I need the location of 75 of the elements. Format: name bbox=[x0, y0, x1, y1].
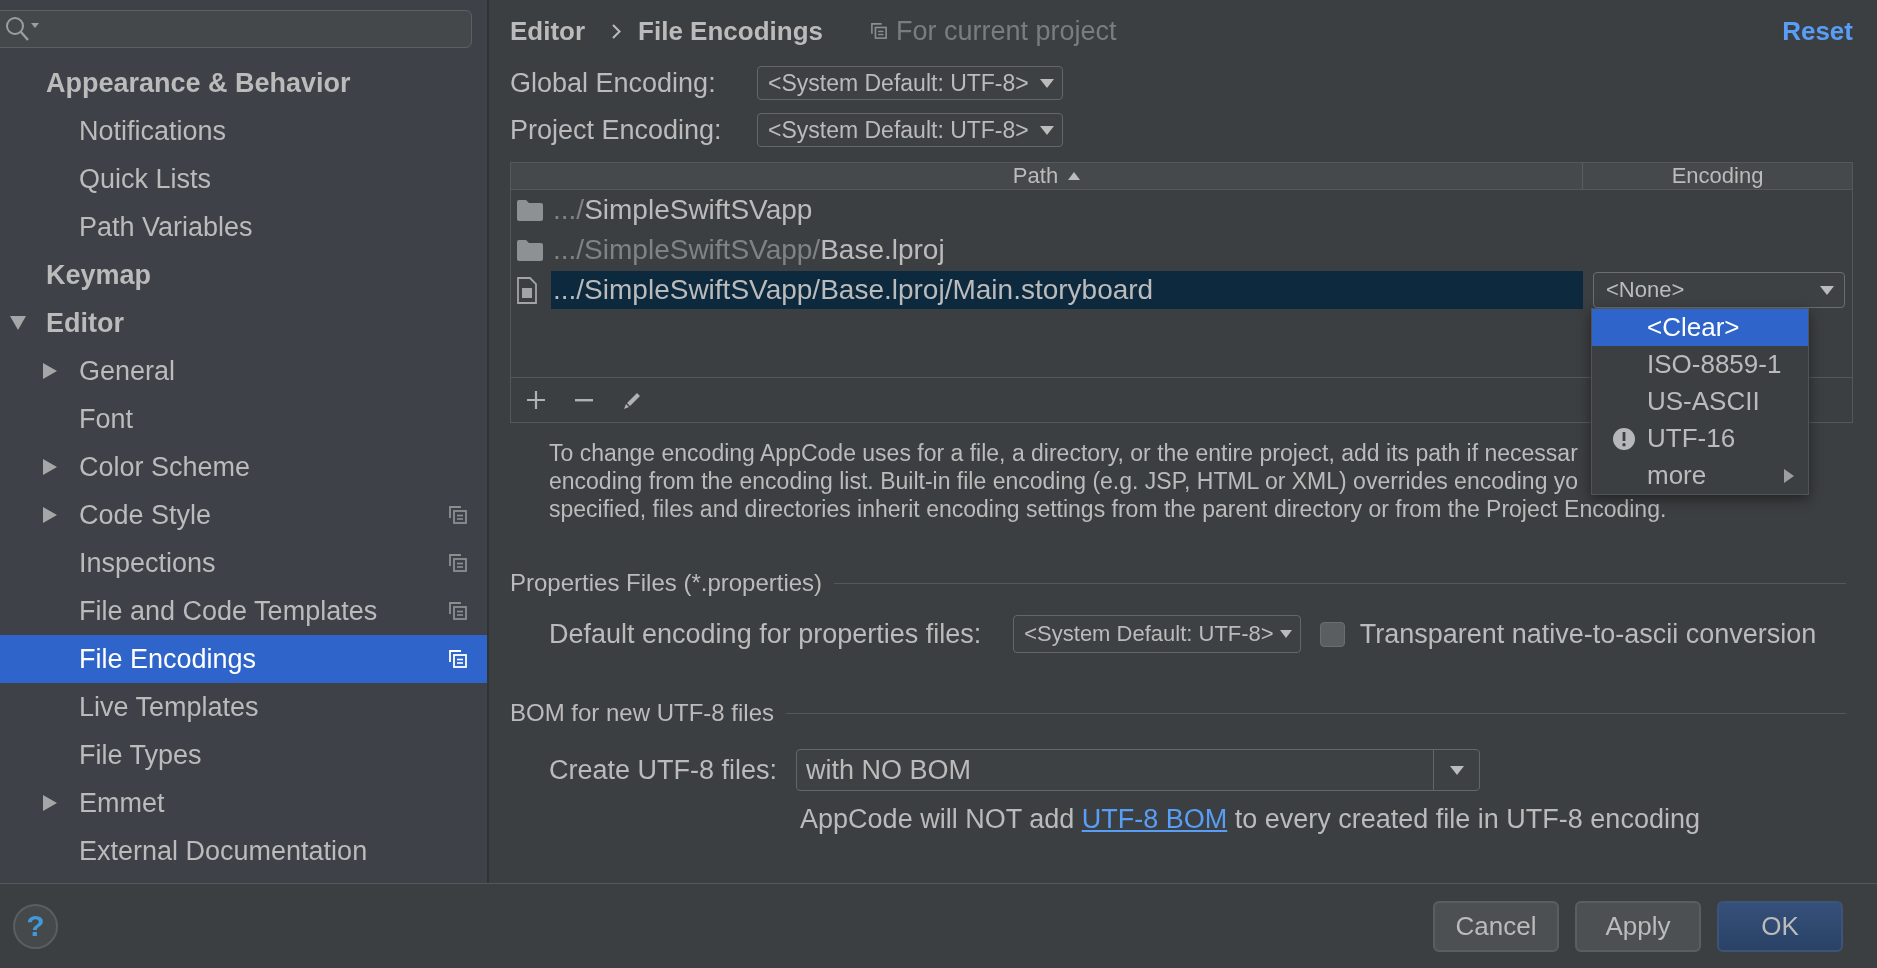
caret-right-icon[interactable] bbox=[43, 459, 57, 475]
folder-icon bbox=[517, 239, 543, 261]
caret-down-icon bbox=[1279, 630, 1292, 638]
encoding-dropdown[interactable]: <None> bbox=[1593, 272, 1845, 308]
sidebar-item[interactable]: Live Templates bbox=[0, 683, 487, 731]
description-text: encoding from the encoding list. Built-in file encoding (e.g. JSP, HTML or XML) overrides encoding yo bbox=[549, 467, 1579, 495]
sidebar-item[interactable]: Quick Lists bbox=[0, 155, 487, 203]
path-cell[interactable]: .../SimpleSwiftSVapp/Base.lproj bbox=[551, 231, 1583, 269]
plus-icon[interactable] bbox=[527, 391, 545, 409]
minus-icon[interactable] bbox=[575, 398, 593, 402]
sidebar-item[interactable]: External Documentation bbox=[0, 827, 487, 875]
reset-link[interactable]: Reset bbox=[1782, 15, 1853, 47]
section-title: Properties Files (*.properties) bbox=[510, 569, 823, 597]
search-field[interactable] bbox=[0, 10, 472, 48]
sidebar-item[interactable]: File Encodings bbox=[0, 635, 487, 683]
breadcrumb-item[interactable]: Editor bbox=[510, 15, 586, 47]
field-label: Create UTF-8 files: bbox=[549, 754, 778, 786]
scope-note: For current project bbox=[896, 15, 1117, 47]
encoding-dropdown[interactable]: <System Default: UTF-8> bbox=[1013, 615, 1301, 653]
sidebar-item[interactable]: Editor bbox=[0, 299, 487, 347]
section-title: BOM for new UTF-8 files bbox=[510, 699, 775, 727]
dropdown-option[interactable]: more bbox=[1592, 457, 1808, 494]
column-header[interactable]: Encoding bbox=[1583, 163, 1852, 190]
sidebar-item[interactable]: Keymap bbox=[0, 251, 487, 299]
description-text: specified, files and directories inherit encoding settings from the parent directory or from the Project Encoding. bbox=[549, 495, 1667, 523]
caret-down-icon bbox=[1820, 285, 1834, 295]
dialog-button[interactable]: Apply bbox=[1575, 900, 1701, 952]
bom-note: AppCode will NOT add UTF-8 BOM to every created file in UTF-8 encoding bbox=[800, 803, 1700, 835]
caret-right-icon[interactable] bbox=[43, 795, 57, 811]
checkbox[interactable] bbox=[1319, 621, 1345, 647]
caret-right-icon bbox=[1784, 468, 1794, 483]
path-cell[interactable]: .../SimpleSwiftSVapp bbox=[551, 191, 1583, 229]
dialog-button[interactable]: Cancel bbox=[1433, 900, 1559, 952]
chevron-right-icon bbox=[612, 23, 622, 39]
encoding-dropdown[interactable]: <System Default: UTF-8> bbox=[757, 66, 1063, 100]
sidebar-item[interactable]: Path Variables bbox=[0, 203, 487, 251]
pencil-icon[interactable] bbox=[623, 390, 643, 410]
sidebar-item[interactable]: File and Code Templates bbox=[0, 587, 487, 635]
dialog-button[interactable]: OK bbox=[1717, 900, 1843, 952]
sidebar-item[interactable]: General bbox=[0, 347, 487, 395]
help-button[interactable]: ? bbox=[13, 903, 58, 949]
caret-right-icon[interactable] bbox=[43, 363, 57, 379]
warning-icon bbox=[1613, 427, 1635, 450]
sidebar-item[interactable]: Font bbox=[0, 395, 487, 443]
sidebar-item[interactable]: File Types bbox=[0, 731, 487, 779]
sidebar-item[interactable]: Appearance & Behavior bbox=[0, 59, 487, 107]
dropdown-option[interactable]: UTF-16 bbox=[1592, 420, 1808, 457]
sidebar-item[interactable]: Code Style bbox=[0, 491, 487, 539]
dropdown-option[interactable]: US-ASCII bbox=[1592, 383, 1808, 420]
field-label: Default encoding for properties files: bbox=[549, 618, 982, 650]
caret-down-icon bbox=[1040, 125, 1054, 135]
bom-link[interactable]: UTF-8 BOM bbox=[1081, 804, 1228, 834]
folder-icon bbox=[517, 199, 543, 221]
caret-down-icon[interactable] bbox=[10, 316, 26, 330]
dropdown-option[interactable]: <Clear> bbox=[1592, 309, 1808, 346]
sidebar-item[interactable]: Inspections bbox=[0, 539, 487, 587]
column-header[interactable]: Path bbox=[511, 163, 1583, 190]
sidebar-item[interactable]: Color Scheme bbox=[0, 443, 487, 491]
overlapping-pages-icon bbox=[871, 23, 888, 39]
field-label: Global Encoding: bbox=[510, 67, 717, 99]
file-icon bbox=[517, 276, 537, 304]
caret-right-icon[interactable] bbox=[43, 507, 57, 523]
field-label: Project Encoding: bbox=[510, 114, 723, 146]
path-cell[interactable]: .../SimpleSwiftSVapp/Base.lproj/Main.storyboard bbox=[551, 271, 1583, 309]
caret-down-icon bbox=[1040, 78, 1054, 88]
sidebar-item[interactable]: Notifications bbox=[0, 107, 487, 155]
dropdown-option[interactable]: ISO-8859-1 bbox=[1592, 346, 1808, 383]
caret-down-icon bbox=[1449, 765, 1464, 775]
search-icon bbox=[5, 16, 39, 42]
bom-dropdown[interactable]: with NO BOM bbox=[796, 749, 1481, 791]
breadcrumb-item[interactable]: File Encodings bbox=[638, 15, 824, 47]
encoding-dropdown[interactable]: <System Default: UTF-8> bbox=[757, 113, 1063, 147]
sidebar-item[interactable]: Emmet bbox=[0, 779, 487, 827]
description-text: To change encoding AppCode uses for a file, a directory, or the entire project, add its path if necessar bbox=[549, 439, 1578, 467]
checkbox-label[interactable]: Transparent native-to-ascii conversion bbox=[1359, 618, 1817, 650]
